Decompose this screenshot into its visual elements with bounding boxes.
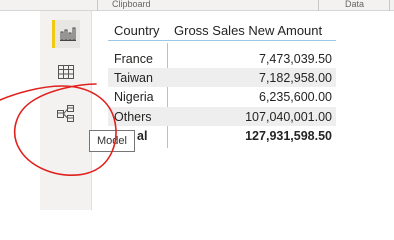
- cell-amount: 7,473,039.50: [259, 51, 332, 66]
- view-nav-rail: [40, 11, 92, 210]
- nav-data-view[interactable]: [52, 58, 80, 86]
- header-country[interactable]: Country: [108, 23, 168, 38]
- table-grid-icon: [58, 65, 74, 79]
- ribbon-group-clipboard-label: Clipboard: [112, 0, 151, 9]
- cell-amount: 7,182,958.00: [259, 70, 332, 85]
- ribbon: Clipboard Data: [0, 0, 394, 11]
- model-icon: [57, 105, 74, 122]
- cell-country: France: [114, 51, 153, 66]
- table-row: Taiwan 7,182,958.00: [108, 68, 336, 87]
- left-edge-area: [0, 11, 40, 210]
- table-row: Others 107,040,001.00: [108, 107, 336, 126]
- bar-chart-icon: [59, 27, 76, 41]
- header-gross-sales-new-amount[interactable]: Gross Sales New Amount: [168, 23, 336, 38]
- ribbon-divider: [97, 0, 98, 11]
- cell-amount: 107,040,001.00: [245, 109, 332, 124]
- table-total-row: al 127,931,598.50: [108, 126, 336, 145]
- ribbon-divider: [389, 0, 390, 11]
- cell-country: Others: [114, 109, 152, 124]
- cell-amount: 6,235,600.00: [259, 89, 332, 104]
- table-visual[interactable]: Country Gross Sales New Amount France 7,…: [108, 13, 338, 150]
- model-tooltip: Model: [89, 130, 135, 152]
- table-row: Nigeria 6,235,600.00: [108, 87, 336, 106]
- cell-country: Taiwan: [114, 70, 153, 85]
- total-amount: 127,931,598.50: [245, 128, 332, 143]
- nav-report-view[interactable]: [52, 20, 80, 48]
- cell-country: Nigeria: [114, 89, 154, 104]
- table-header-row: Country Gross Sales New Amount: [108, 21, 336, 41]
- ribbon-divider: [318, 0, 319, 11]
- ribbon-group-data-label: Data: [345, 0, 365, 9]
- nav-model-view[interactable]: [52, 100, 80, 128]
- table-row: France 7,473,039.50: [108, 49, 336, 68]
